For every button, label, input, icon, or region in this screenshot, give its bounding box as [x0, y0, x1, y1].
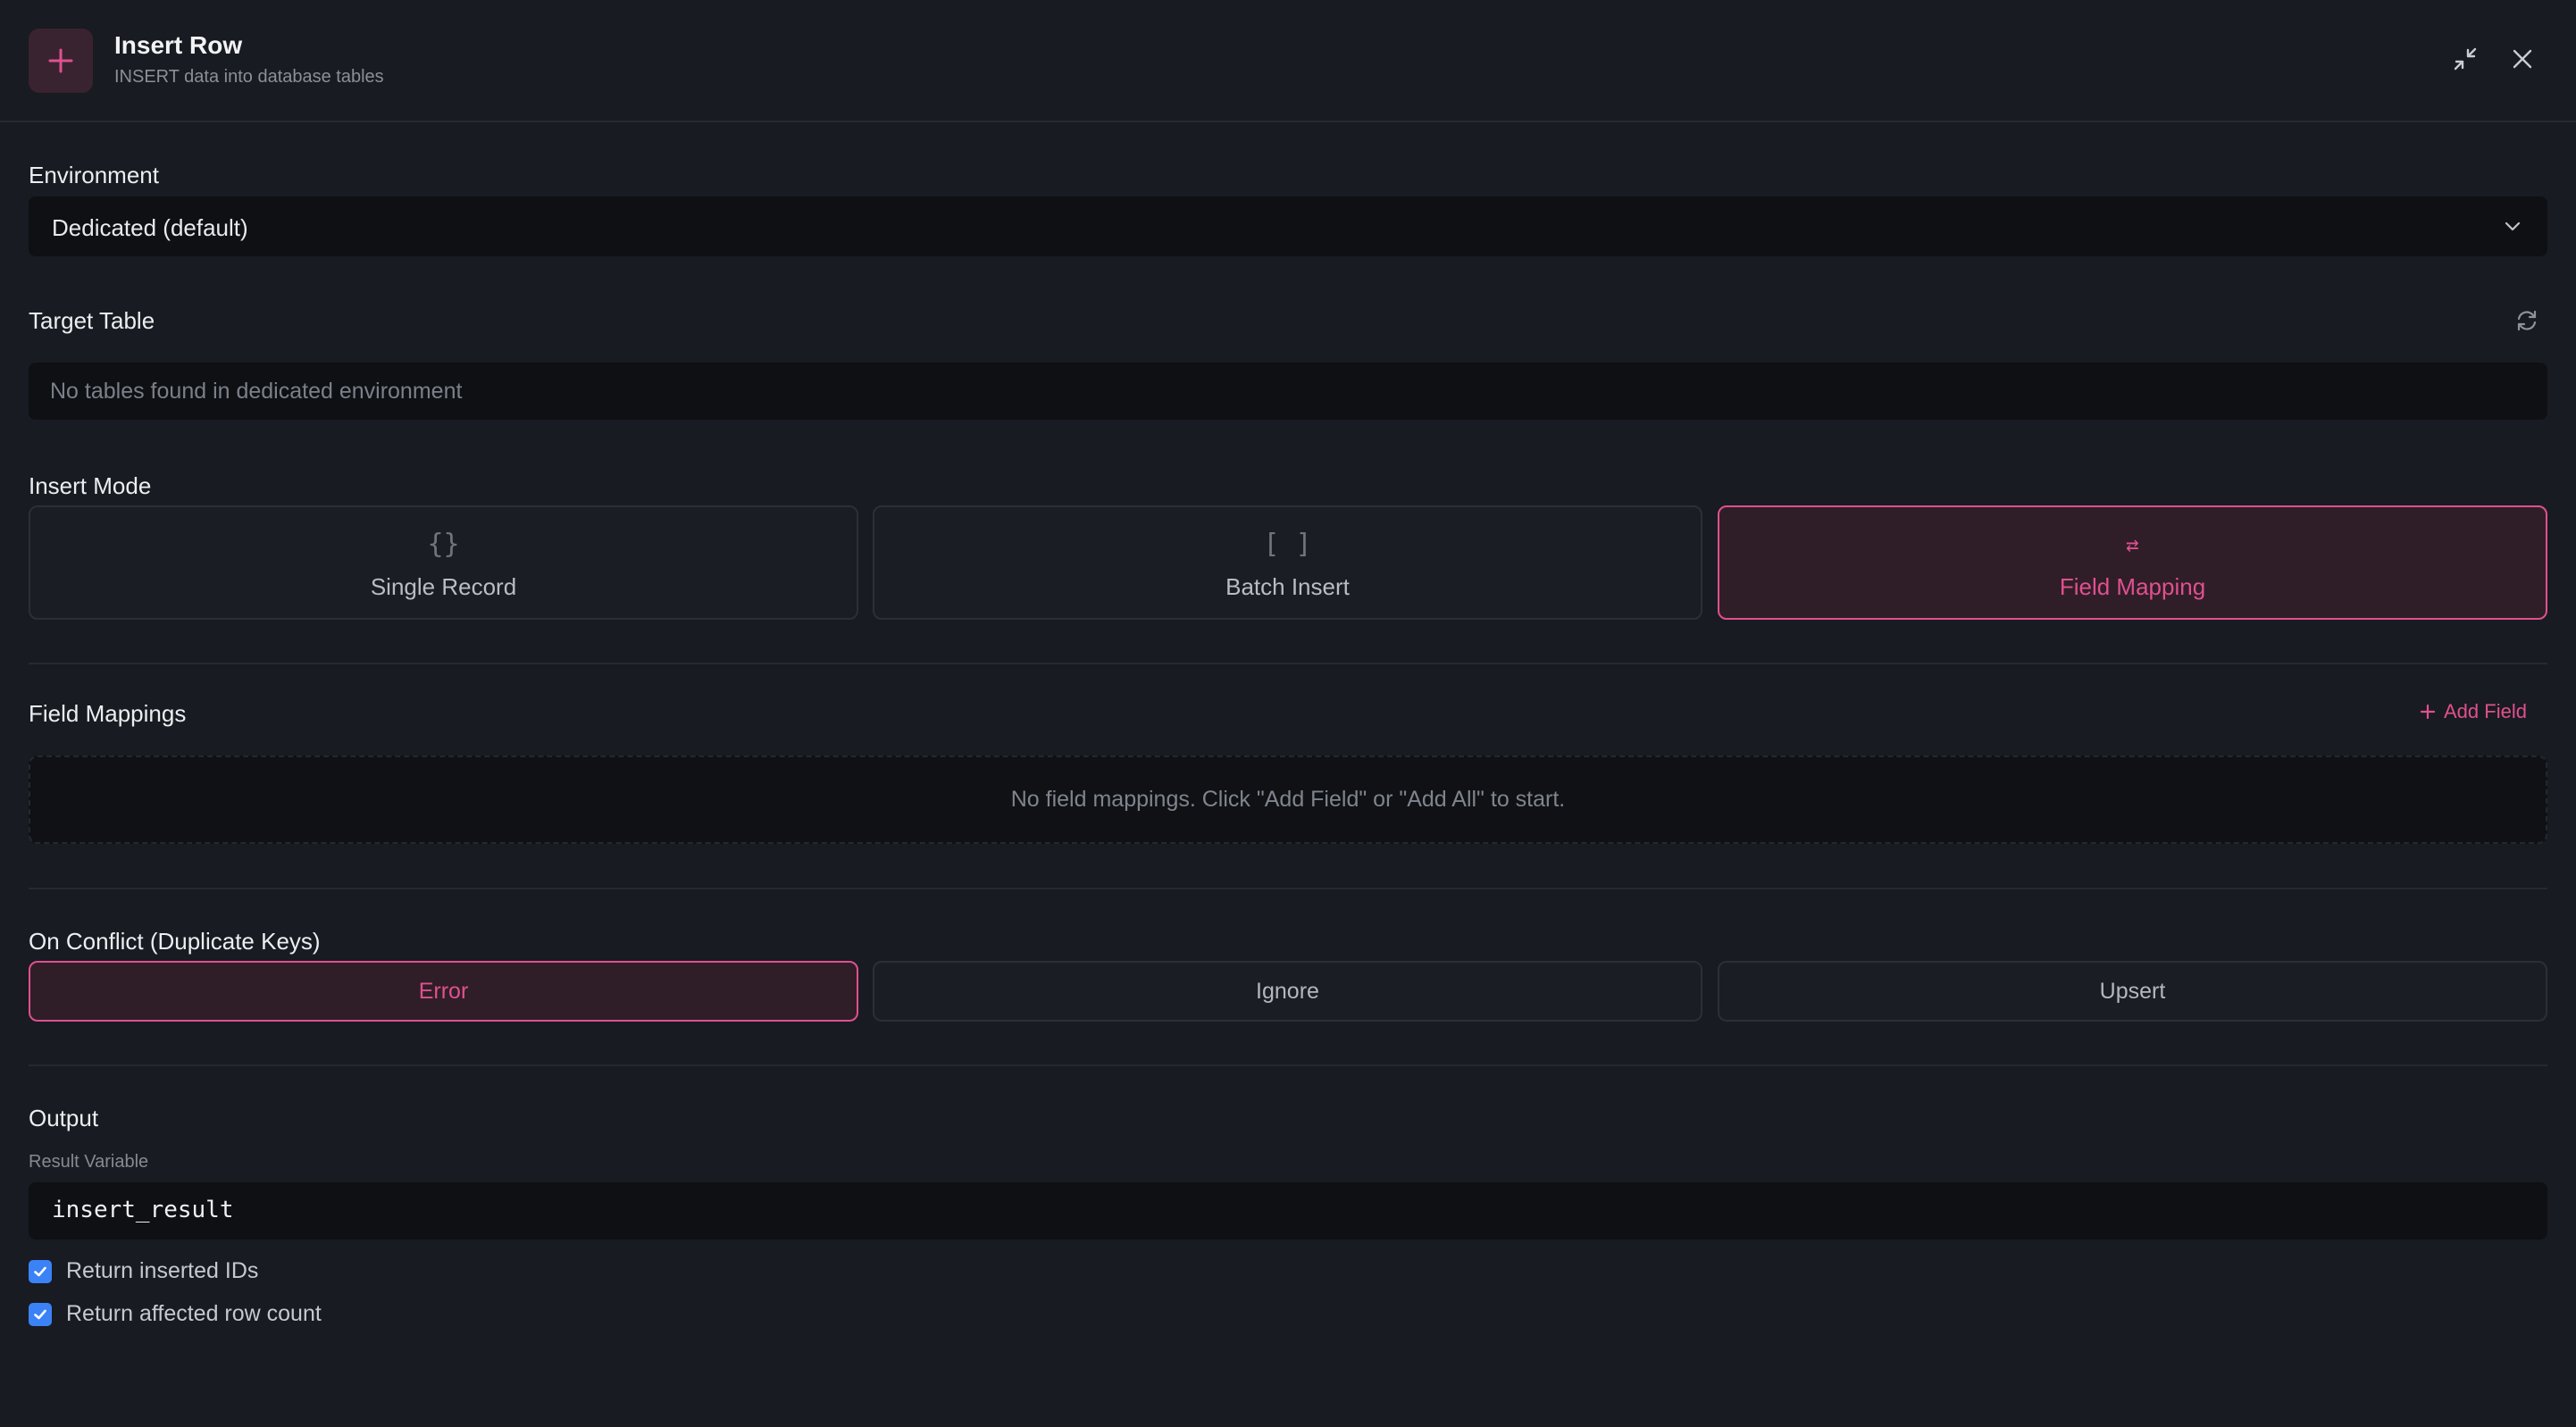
panel-header: Insert Row INSERT data into database tab… [0, 0, 2576, 122]
mode-batch-insert[interactable]: [ ] Batch Insert [873, 505, 1702, 620]
checkmark-icon [34, 1309, 46, 1319]
divider [29, 888, 2547, 889]
checkbox-checked[interactable] [29, 1259, 52, 1283]
insert-row-panel: Insert Row INSERT data into database tab… [0, 0, 2576, 1427]
panel-subtitle: INSERT data into database tables [114, 67, 384, 87]
divider [29, 1064, 2547, 1066]
return-row-count-checkbox-row[interactable]: Return affected row count [29, 1301, 322, 1327]
result-variable-field [29, 1182, 2547, 1239]
environment-selected-value: Dedicated (default) [52, 214, 248, 241]
divider [29, 663, 2547, 664]
mode-label: Single Record [370, 573, 517, 600]
checkmark-icon [34, 1266, 46, 1276]
conflict-ignore-button[interactable]: Ignore [873, 961, 1702, 1022]
return-row-count-label: Return affected row count [66, 1301, 322, 1326]
mode-label: Field Mapping [2059, 573, 2206, 600]
mode-label: Batch Insert [1225, 573, 1350, 600]
result-variable-label: Result Variable [29, 1152, 149, 1172]
chevron-down-icon [2503, 216, 2522, 240]
brackets-icon: [ ] [1263, 529, 1312, 560]
mode-field-mapping[interactable]: ⇄ Field Mapping [1718, 505, 2547, 620]
minimize-icon[interactable] [2449, 43, 2481, 75]
environment-select[interactable]: Dedicated (default) [29, 196, 2547, 256]
field-mappings-label: Field Mappings [29, 700, 187, 727]
mode-single-record[interactable]: {} Single Record [29, 505, 858, 620]
on-conflict-label: On Conflict (Duplicate Keys) [29, 928, 321, 955]
insert-mode-label: Insert Mode [29, 472, 152, 499]
swap-arrows-icon: ⇄ [2126, 532, 2139, 557]
checkbox-checked[interactable] [29, 1302, 52, 1326]
target-table-label: Target Table [29, 307, 155, 334]
output-label: Output [29, 1105, 99, 1131]
return-ids-checkbox-row[interactable]: Return inserted IDs [29, 1258, 258, 1284]
conflict-upsert-button[interactable]: Upsert [1718, 961, 2547, 1022]
plus-icon [2420, 704, 2436, 720]
result-variable-input[interactable] [52, 1197, 2517, 1223]
plus-icon [29, 29, 93, 93]
close-icon[interactable] [2506, 43, 2538, 75]
panel-title: Insert Row [114, 31, 243, 59]
return-ids-label: Return inserted IDs [66, 1258, 259, 1283]
add-field-label: Add Field [2444, 700, 2527, 722]
field-mappings-empty-state: No field mappings. Click "Add Field" or … [29, 755, 2547, 844]
environment-label: Environment [29, 162, 159, 188]
braces-icon: {} [427, 529, 460, 560]
target-table-placeholder: No tables found in dedicated environment [50, 379, 463, 404]
target-table-select[interactable]: No tables found in dedicated environment [29, 363, 2547, 420]
conflict-error-button[interactable]: Error [29, 961, 858, 1022]
add-field-button[interactable]: Add Field [2419, 700, 2527, 723]
refresh-icon[interactable] [2512, 305, 2542, 336]
